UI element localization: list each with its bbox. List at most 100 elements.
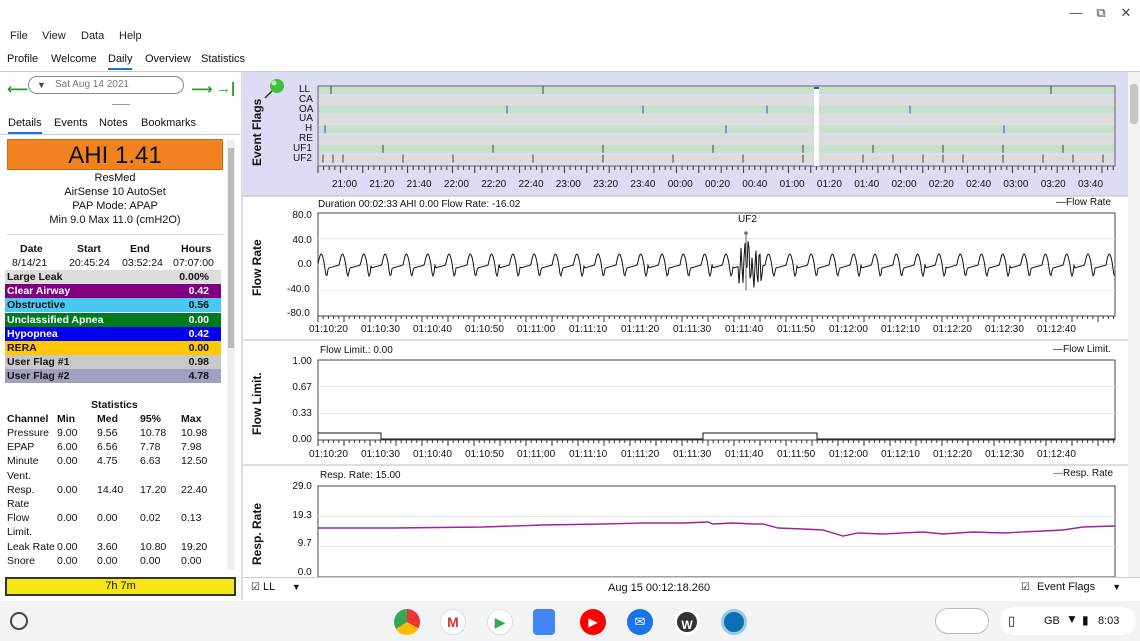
statistics-cell: Rate xyxy=(7,498,30,510)
event-flags-time-tick: 02:20 xyxy=(928,179,954,190)
messages-icon[interactable]: ✉ xyxy=(627,609,653,635)
statistics-cell: 17.20 xyxy=(140,483,167,496)
event-index-row[interactable]: Unclassified Apnea 0.00 xyxy=(5,312,221,327)
next-day-arrow-icon[interactable]: ⟶ xyxy=(191,80,213,98)
x-time-tick: 01:10:20 xyxy=(309,324,348,335)
pap-mode: PAP Mode: APAP xyxy=(72,200,158,212)
close-icon[interactable]: ✕ xyxy=(1118,5,1134,21)
date-picker[interactable]: ▼ Sat Aug 14 2021 xyxy=(28,76,184,94)
event-value: 0.00 xyxy=(188,342,209,354)
splitter-handle[interactable] xyxy=(112,104,130,105)
event-value: 0.00% xyxy=(179,271,209,283)
session-value: 20:45:24 xyxy=(69,257,110,269)
left-combo[interactable]: ☑ LL ▼ xyxy=(251,581,301,593)
y-tick: 9.7 xyxy=(297,538,312,549)
graph-bottom-bar: ☑ LL ▼ Aug 15 00:12:18.260 ☑ Event Flags… xyxy=(243,577,1140,599)
event-name: Hypopnea xyxy=(7,327,58,340)
event-name: User Flag #2 xyxy=(7,370,70,383)
menu-data[interactable]: Data xyxy=(81,30,104,42)
event-flag-row xyxy=(318,115,1115,124)
x-time-tick: 01:11:30 xyxy=(673,324,712,335)
youtube-icon[interactable]: ▶ xyxy=(580,609,606,635)
event-index-row[interactable]: Obstructive 0.56 xyxy=(5,298,221,313)
current-view-marker xyxy=(814,88,819,166)
launcher-icon[interactable] xyxy=(10,612,28,630)
x-time-tick: 01:12:40 xyxy=(1037,449,1076,460)
x-time-tick: 01:11:20 xyxy=(621,449,660,460)
event-value: 0.98 xyxy=(188,356,209,369)
statistics-cell: Flow xyxy=(7,512,30,525)
chrome-icon[interactable] xyxy=(394,609,420,635)
subtab-events[interactable]: Events xyxy=(54,117,88,129)
event-name: Unclassified Apnea xyxy=(7,313,104,326)
event-flags-time-tick: 23:40 xyxy=(630,179,656,190)
event-index-row[interactable]: RERA 0.00 xyxy=(5,341,221,355)
statistics-cell: 0.00 xyxy=(97,554,118,567)
tab-daily[interactable]: Daily xyxy=(108,53,133,70)
statistics-header: Max xyxy=(181,413,202,425)
event-flags-combo[interactable]: ☑ Event Flags ▼ xyxy=(1021,581,1121,593)
x-time-tick: 01:10:40 xyxy=(413,449,452,460)
event-index-row[interactable]: Large Leak 0.00% xyxy=(5,270,221,284)
subtab-bookmarks[interactable]: Bookmarks xyxy=(141,117,196,129)
status-tray[interactable]: ▯ GB ▼ ▮ 8:03 xyxy=(1000,607,1136,635)
last-day-arrow-icon[interactable]: →| xyxy=(216,80,235,97)
clock: 8:03 xyxy=(1098,615,1120,627)
event-name: Clear Airway xyxy=(7,285,71,298)
statistics-cell: 0.00 xyxy=(140,554,161,567)
x-time-tick: 01:11:50 xyxy=(777,449,816,460)
restore-icon[interactable]: ⧉ xyxy=(1093,5,1109,21)
y-tick: 80.0 xyxy=(292,210,312,221)
statistics-cell: Leak Rate xyxy=(7,540,55,553)
tote-icon[interactable] xyxy=(935,608,989,634)
event-flags-time-tick: 01:40 xyxy=(854,179,880,190)
event-flags-time-tick: 22:40 xyxy=(518,179,544,190)
subtab-notes[interactable]: Notes xyxy=(99,117,128,129)
event-index-row[interactable]: Clear Airway 0.42 xyxy=(5,284,221,299)
previous-day-arrow-icon[interactable]: ⟵ xyxy=(7,80,29,98)
statistics-header: Min xyxy=(57,413,76,425)
subtab-details[interactable]: Details xyxy=(8,117,42,134)
tab-profile[interactable]: Profile xyxy=(7,53,38,65)
tab-overview[interactable]: Overview xyxy=(145,53,191,65)
x-time-tick: 01:12:30 xyxy=(985,449,1024,460)
resp-rate-legend: —Resp. Rate xyxy=(1053,468,1114,479)
device-brand: ResMed xyxy=(94,172,136,184)
minimize-icon[interactable]: — xyxy=(1068,5,1084,21)
event-flags-time-tick: 03:40 xyxy=(1078,179,1104,190)
uf2-marker-label: UF2 xyxy=(738,214,757,225)
event-index-row[interactable]: Hypopnea 0.42 xyxy=(5,326,221,341)
y-tick: -40.0 xyxy=(287,283,310,295)
gmail-icon[interactable]: M xyxy=(440,609,466,635)
oscar-icon[interactable] xyxy=(721,609,747,635)
menu-file[interactable]: File xyxy=(10,30,28,42)
checkbox-icon: ☑ xyxy=(251,582,260,593)
statistics-header: Channel xyxy=(7,413,49,425)
x-time-tick: 01:12:40 xyxy=(1037,324,1076,335)
y-tick: 0.67 xyxy=(292,382,312,393)
tab-welcome[interactable]: Welcome xyxy=(51,53,97,65)
y-tick: 0.00 xyxy=(292,434,312,445)
event-value: 0.00 xyxy=(188,313,209,326)
statistics-cell: 22.40 xyxy=(181,483,208,496)
statistics-cell: 0.00 xyxy=(57,554,78,567)
flow-limit-header: Flow Limit.: 0.00 xyxy=(320,345,393,356)
menu-help[interactable]: Help xyxy=(119,30,142,42)
statistics-cell: EPAP xyxy=(7,441,35,454)
wps-icon[interactable]: W xyxy=(674,609,700,635)
statistics-cell: 12.50 xyxy=(181,455,208,468)
menu-view[interactable]: View xyxy=(42,30,66,42)
graph-scrollbar-thumb xyxy=(1130,84,1138,124)
session-header: Date xyxy=(20,243,43,255)
y-tick: -80.0 xyxy=(287,308,310,319)
play-store-icon[interactable]: ▶ xyxy=(487,609,513,635)
event-index-row[interactable]: User Flag #2 4.78 xyxy=(5,369,221,384)
tab-statistics[interactable]: Statistics xyxy=(201,53,245,65)
flow-limit-plot-frame xyxy=(317,359,1116,441)
statistics-cell: Vent. xyxy=(7,469,31,482)
left-scrollbar-thumb[interactable] xyxy=(228,148,234,348)
graph-scrollbar xyxy=(1128,72,1140,577)
event-index-row[interactable]: User Flag #1 0.98 xyxy=(5,355,221,370)
docs-icon[interactable] xyxy=(533,609,555,635)
event-value: 0.42 xyxy=(188,327,209,340)
